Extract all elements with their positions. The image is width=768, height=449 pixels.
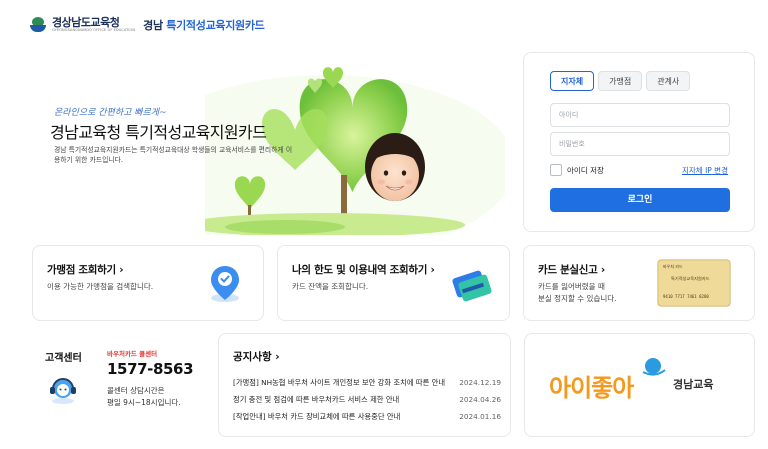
customer-center: 고객센터 바우처카드 콜센터 1577-8563 콜센터 상담시간은 평일 9시… bbox=[45, 345, 205, 425]
notice-date: 2024.01.16 bbox=[459, 412, 501, 421]
callcenter-hours: 콜센터 상담시간은 평일 9시~18시입니다. bbox=[107, 386, 181, 408]
tab-local-government[interactable]: 지자체 bbox=[550, 71, 595, 91]
card-text-mid: 특기적성교육지원카드 bbox=[671, 275, 710, 282]
card-lost-report[interactable]: 카드 분실신고 › 카드를 잃어버렸을 때 분실 정지할 수 있습니다. 바우처… bbox=[523, 245, 755, 321]
education-office-emblem-icon[interactable] bbox=[30, 17, 46, 33]
chevron-right-icon: › bbox=[275, 351, 280, 363]
chevron-right-icon: › bbox=[430, 264, 435, 276]
org-logo[interactable]: 경상남도교육청 GYEONGSANGNAMDO OFFICE OF EDUCAT… bbox=[52, 17, 135, 33]
card-description: 이용 가능한 가맹점을 검색합니다. bbox=[47, 282, 154, 291]
card-title: 나의 한도 및 이용내역 조회하기 › bbox=[292, 264, 435, 276]
card-title: 카드 분실신고 › bbox=[538, 264, 605, 276]
card-limit-history[interactable]: 나의 한도 및 이용내역 조회하기 › 카드 잔액을 조회합니다. bbox=[277, 245, 510, 321]
brand-logo-text: 아이좋아 bbox=[549, 374, 634, 402]
hero-description: 경남 특기적성교육지원카드는 특기적성교육대상 학생들의 교육서비스를 편리하게… bbox=[54, 146, 293, 164]
login-panel: 지자체 가맹점 관계사 아이디 저장 지자체 IP 변경 로그인 bbox=[523, 52, 755, 232]
site-title-prefix: 경남 bbox=[143, 19, 163, 32]
org-name-en: GYEONGSANGNAMDO OFFICE OF EDUCATION bbox=[52, 28, 136, 33]
save-id-checkbox[interactable] bbox=[550, 164, 562, 176]
chevron-right-icon: › bbox=[119, 264, 124, 276]
notice-item[interactable]: [가맹점] NH농협 바우처 사이트 개인정보 보안 강화 조치에 따른 안내 … bbox=[233, 374, 501, 391]
notice-title[interactable]: 공지사항 › bbox=[233, 349, 280, 364]
save-id-row: 아이디 저장 bbox=[550, 164, 604, 176]
notice-date: 2024.12.19 bbox=[459, 378, 501, 387]
card-search-icon bbox=[452, 270, 492, 302]
card-description: 카드를 잃어버렸을 때 분실 정지할 수 있습니다. bbox=[538, 282, 617, 303]
notice-item[interactable]: [작업안내] 바우처 카드 장비교체에 따른 사용중단 안내 2024.01.1… bbox=[233, 408, 501, 425]
site-title-accent: 특기적성교육지원카드 bbox=[166, 19, 265, 32]
brand-panel: 아이좋아 경남교육 bbox=[524, 333, 755, 437]
site-header: 경상남도교육청 GYEONGSANGNAMDO OFFICE OF EDUCAT… bbox=[30, 12, 265, 38]
ip-change-link[interactable]: 지자체 IP 변경 bbox=[682, 165, 728, 176]
save-id-label[interactable]: 아이디 저장 bbox=[567, 165, 604, 176]
customer-center-title: 고객센터 bbox=[45, 353, 82, 364]
card-text-top: 바우처 카드 bbox=[663, 263, 683, 269]
card-merchant-search[interactable]: 가맹점 조회하기 › 이용 가능한 가맹점을 검색합니다. bbox=[32, 245, 264, 321]
notice-list: [가맹점] NH농협 바우처 사이트 개인정보 보안 강화 조치에 따른 안내 … bbox=[233, 374, 501, 425]
notice-text: 정기 충전 및 점검에 따른 바우처카드 서비스 제한 안내 bbox=[233, 394, 400, 404]
hero-banner: 온라인으로 간편하고 빠르게~ 경남교육청 특기적성교육지원카드 경남 특기적성… bbox=[0, 55, 505, 235]
headset-icon bbox=[50, 378, 76, 404]
card-title: 가맹점 조회하기 › bbox=[47, 264, 124, 276]
notice-panel: 공지사항 › [가맹점] NH농협 바우처 사이트 개인정보 보안 강화 조치에… bbox=[218, 333, 511, 437]
callcenter-phone[interactable]: 1577-8563 bbox=[107, 360, 194, 378]
tab-merchant[interactable]: 가맹점 bbox=[598, 71, 643, 91]
brand-org-name: 경남교육 bbox=[673, 378, 714, 391]
brand-logo[interactable]: 아이좋아 bbox=[547, 354, 669, 414]
hero-illustration bbox=[205, 67, 505, 235]
tab-affiliate[interactable]: 관계사 bbox=[646, 71, 691, 91]
notice-text: [가맹점] NH농협 바우처 사이트 개인정보 보안 강화 조치에 따른 안내 bbox=[233, 377, 446, 387]
username-input[interactable] bbox=[550, 103, 730, 127]
notice-item[interactable]: 정기 충전 및 점검에 따른 바우처카드 서비스 제한 안내 2024.04.2… bbox=[233, 391, 501, 408]
callcenter-label: 바우처카드 콜센터 bbox=[107, 350, 158, 358]
notice-date: 2024.04.26 bbox=[459, 395, 501, 404]
login-tabs: 지자체 가맹점 관계사 bbox=[550, 71, 691, 91]
org-name: 경상남도교육청 bbox=[52, 16, 120, 30]
map-pin-icon bbox=[211, 266, 239, 302]
card-description: 카드 잔액을 조회합니다. bbox=[292, 282, 369, 291]
voucher-card-image: 바우처 카드 특기적성교육지원카드 9410 7717 7461 8280 bbox=[657, 259, 731, 307]
login-button[interactable]: 로그인 bbox=[550, 188, 730, 212]
site-title[interactable]: 경남 특기적성교육지원카드 bbox=[143, 17, 265, 33]
notice-text: [작업안내] 바우처 카드 장비교체에 따른 사용중단 안내 bbox=[233, 411, 401, 421]
hero-tagline: 온라인으로 간편하고 빠르게~ bbox=[54, 108, 167, 118]
chevron-right-icon: › bbox=[600, 264, 605, 276]
password-input[interactable] bbox=[550, 132, 730, 156]
card-text-number: 9410 7717 7461 8280 bbox=[663, 294, 709, 299]
hero-title: 경남교육청 특기적성교육지원카드 bbox=[50, 123, 267, 142]
